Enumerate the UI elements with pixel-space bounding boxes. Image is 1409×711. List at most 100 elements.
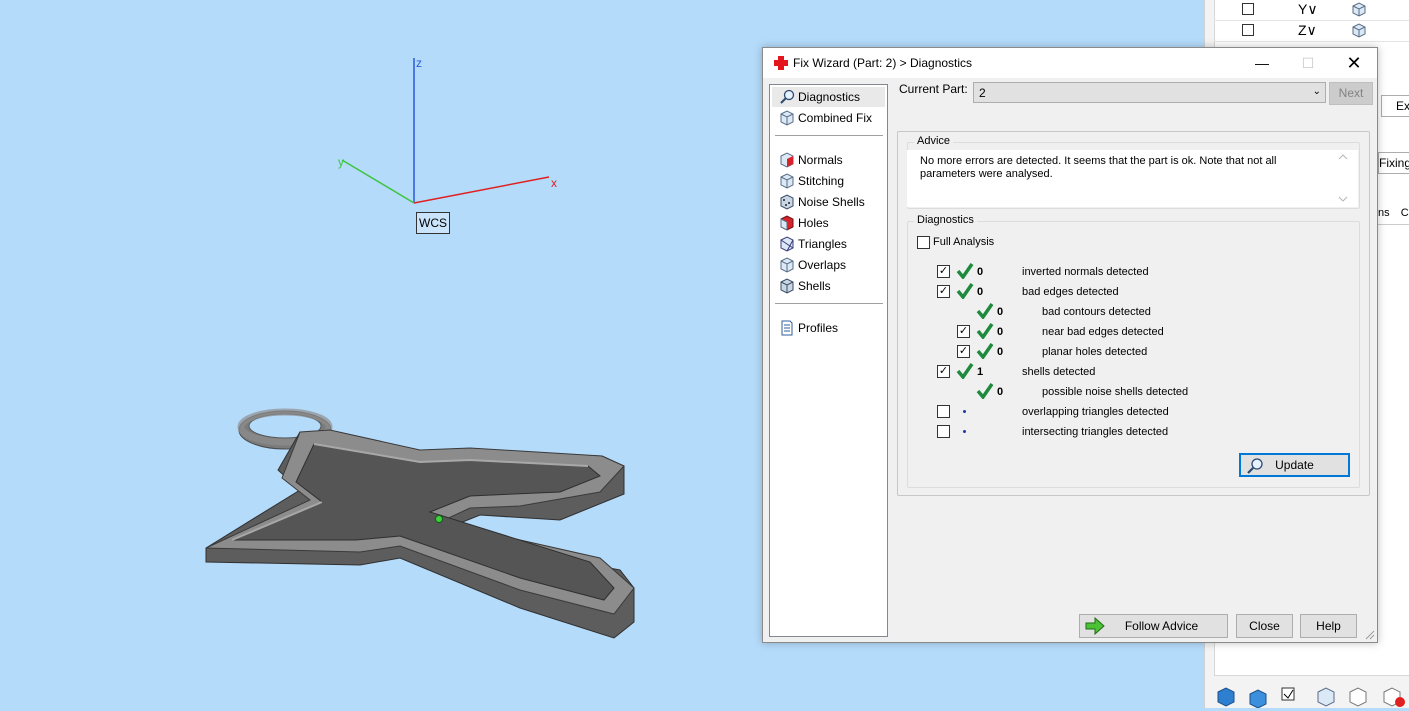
nav-item-overlaps[interactable]: Overlaps — [772, 255, 885, 275]
update-button[interactable]: Update — [1239, 453, 1350, 477]
cube-icon — [780, 110, 794, 126]
intersecting-triangles-label: intersecting triangles detected — [1022, 426, 1169, 438]
dialog-titlebar[interactable]: Fix Wizard (Part: 2) > Diagnostics — ☐ ✕ — [763, 48, 1377, 78]
bad-edges-checkbox[interactable]: ✓ — [937, 285, 950, 298]
cube-select-icon[interactable] — [1217, 687, 1235, 707]
near-bad-edges-checkbox[interactable]: ✓ — [957, 325, 970, 338]
inverted-normals-label: inverted normals detected — [1022, 266, 1149, 278]
bad-edges-label: bad edges detected — [1022, 286, 1119, 298]
nav-label: Combined Fix — [798, 111, 873, 125]
nav-label: Triangles — [798, 237, 847, 251]
profiles-document-icon — [781, 320, 793, 336]
nav-item-triangles[interactable]: Triangles — [772, 234, 885, 254]
current-part-select[interactable]: 2 ⌄ — [973, 82, 1326, 103]
visibility-icon[interactable] — [1249, 689, 1267, 709]
cube-icon[interactable] — [1350, 1, 1368, 17]
maximize-button[interactable]: ☐ — [1285, 48, 1331, 78]
triangles-icon — [780, 236, 794, 252]
dialog-title: Fix Wizard (Part: 2) > Diagnostics — [793, 56, 973, 70]
fixing-tab[interactable]: Fixing — [1378, 152, 1409, 174]
column-header[interactable]: ns — [1378, 207, 1390, 219]
noise-shells-count: 0 — [997, 386, 1004, 398]
parts-list-row[interactable]: Y∨ — [1214, 0, 1409, 21]
chevron-down-icon: ⌄ — [1312, 86, 1321, 97]
check-ok-icon — [976, 303, 994, 319]
cube-gear-icon[interactable] — [1317, 687, 1335, 707]
planar-holes-label: planar holes detected — [1042, 346, 1148, 358]
export-button[interactable]: Exp — [1381, 95, 1409, 117]
full-analysis-checkbox[interactable] — [917, 236, 930, 249]
nav-label: Diagnostics — [798, 90, 861, 104]
nav-label: Profiles — [798, 321, 839, 335]
intersecting-triangles-checkbox[interactable] — [937, 425, 950, 438]
wizard-nav: Diagnostics Combined Fix Normals Stitchi… — [769, 84, 888, 637]
check-ok-icon — [956, 363, 974, 379]
cube-icon[interactable] — [1350, 22, 1368, 38]
parts-list-row[interactable]: Z∨ — [1214, 21, 1409, 42]
nav-item-holes[interactable]: Holes — [772, 213, 885, 233]
fix-wizard-dialog: Fix Wizard (Part: 2) > Diagnostics — ☐ ✕… — [762, 47, 1378, 643]
nav-label: Shells — [798, 279, 831, 293]
axis-dropdown[interactable]: Y∨ — [1298, 1, 1318, 18]
not-analysed-dot — [963, 410, 966, 413]
inverted-normals-checkbox[interactable]: ✓ — [937, 265, 950, 278]
resize-grip-icon[interactable] — [1363, 628, 1375, 640]
overlaps-icon — [780, 257, 794, 273]
overlapping-triangles-label: overlapping triangles detected — [1022, 406, 1169, 418]
bad-contours-label: bad contours detected — [1042, 306, 1151, 318]
bad-contours-count: 0 — [997, 306, 1004, 318]
nav-label: Overlaps — [798, 258, 847, 272]
nav-item-noise-shells[interactable]: Noise Shells — [772, 192, 885, 212]
help-button[interactable]: Help — [1300, 614, 1357, 638]
cube-remove-icon[interactable] — [1383, 687, 1405, 707]
nav-label: Stitching — [798, 174, 845, 188]
nav-item-combined-fix[interactable]: Combined Fix — [772, 108, 885, 128]
x-axis-label: x — [551, 176, 557, 190]
part-model[interactable] — [205, 408, 635, 639]
close-button[interactable]: Close — [1236, 614, 1293, 638]
diagnostics-title: Diagnostics — [914, 214, 977, 226]
nav-label: Noise Shells — [798, 195, 865, 209]
row-checkbox[interactable] — [1242, 24, 1254, 36]
planar-holes-checkbox[interactable]: ✓ — [957, 345, 970, 358]
red-cross-icon — [774, 56, 788, 70]
current-part-label: Current Part: — [899, 82, 968, 96]
advice-title: Advice — [914, 135, 954, 147]
shells-icon — [780, 278, 794, 294]
nav-separator — [775, 303, 883, 304]
full-analysis-label: Full Analysis — [933, 236, 995, 248]
nav-label: Normals — [798, 153, 843, 167]
noise-shells-icon — [780, 194, 794, 210]
next-button[interactable]: Next — [1329, 82, 1373, 105]
bad-edges-count: 0 — [977, 286, 984, 298]
check-ok-icon — [976, 383, 994, 399]
row-checkbox[interactable] — [1242, 3, 1254, 15]
x-axis-line — [413, 176, 550, 204]
advice-scrollbar[interactable] — [1336, 151, 1350, 205]
advice-text: No more errors are detected. It seems th… — [920, 155, 1277, 180]
nav-label: Holes — [798, 216, 829, 230]
axis-dropdown[interactable]: Z∨ — [1298, 22, 1317, 39]
nav-item-profiles[interactable]: Profiles — [772, 318, 885, 338]
not-analysed-dot — [963, 430, 966, 433]
current-part-value: 2 — [979, 86, 986, 100]
holes-cube-icon — [780, 215, 794, 231]
follow-advice-button[interactable]: Follow Advice — [1079, 614, 1228, 638]
nav-item-normals[interactable]: Normals — [772, 150, 885, 170]
checkbox-icon[interactable] — [1281, 687, 1295, 701]
shells-checkbox[interactable]: ✓ — [937, 365, 950, 378]
nav-item-stitching[interactable]: Stitching — [772, 171, 885, 191]
shells-count: 1 — [977, 366, 984, 378]
wcs-label: WCS — [416, 212, 450, 234]
nav-item-shells[interactable]: Shells — [772, 276, 885, 296]
magnifier-icon — [1247, 458, 1263, 474]
shells-label: shells detected — [1022, 366, 1096, 378]
minimize-button[interactable]: — — [1239, 48, 1285, 78]
overlapping-triangles-checkbox[interactable] — [937, 405, 950, 418]
y-axis-label: y — [338, 155, 344, 169]
cube-outline-icon[interactable] — [1349, 687, 1367, 707]
stitching-cube-icon — [780, 173, 794, 189]
column-header[interactable]: Co — [1401, 207, 1409, 219]
nav-item-diagnostics[interactable]: Diagnostics — [772, 87, 885, 107]
close-window-button[interactable]: ✕ — [1331, 48, 1377, 78]
